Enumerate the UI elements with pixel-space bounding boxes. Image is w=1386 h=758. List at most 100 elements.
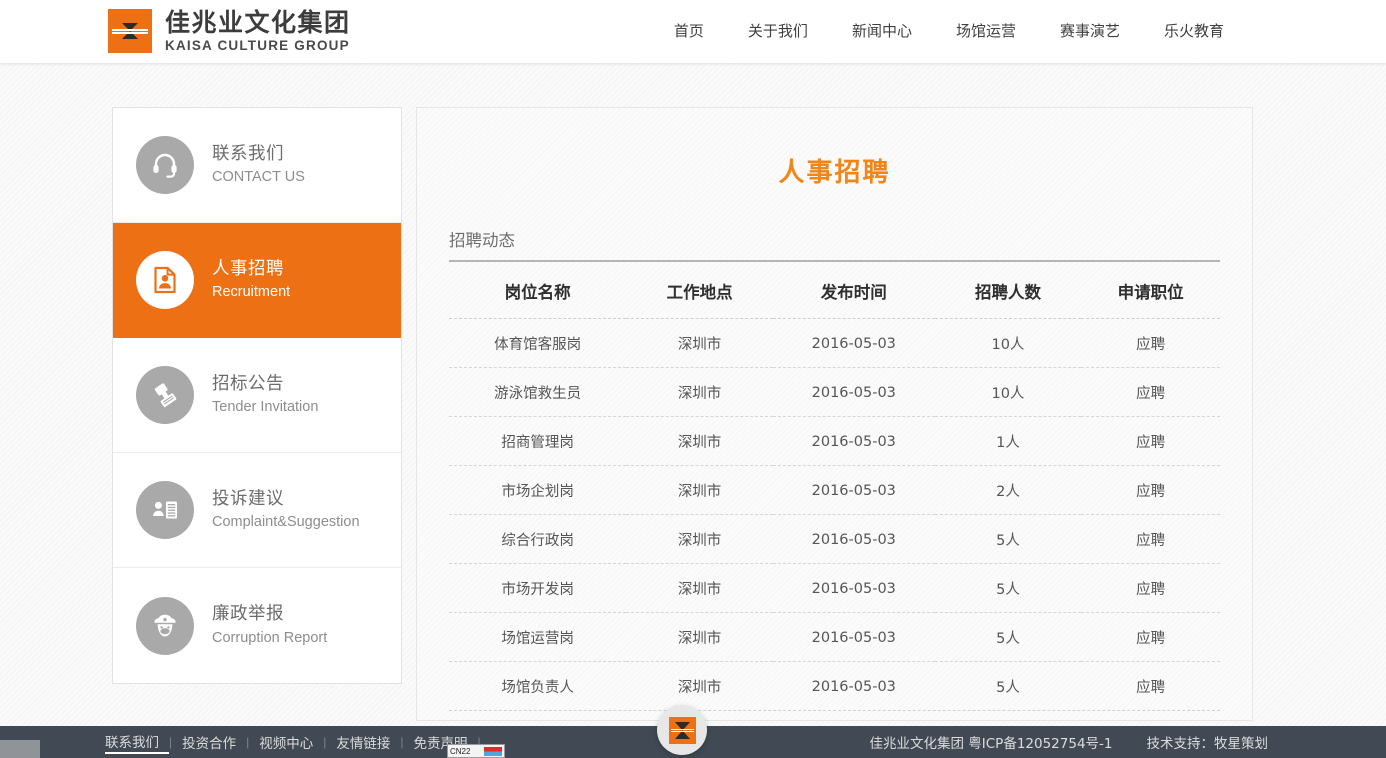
nav-item-venue[interactable]: 场馆运营 <box>934 0 1038 63</box>
apply-button[interactable]: 应聘 <box>1081 612 1220 662</box>
table-row[interactable]: 市场企划岗 深圳市 2016-05-03 2人 应聘 <box>449 465 1220 515</box>
apply-button[interactable]: 应聘 <box>1081 465 1220 515</box>
sidebar-label-en: Recruitment <box>212 284 291 301</box>
back-to-top-logo-icon <box>668 716 696 744</box>
sidebar-label-cn: 招标公告 <box>212 373 284 394</box>
table-row[interactable]: 游泳馆救生员 深圳市 2016-05-03 10人 应聘 <box>449 367 1220 417</box>
footer-link-video[interactable]: 视频中心 <box>249 732 323 752</box>
cell-count: 5人 <box>934 514 1082 564</box>
sidebar-item-recruitment[interactable]: 人事招聘 Recruitment <box>113 223 401 338</box>
cell-location: 深圳市 <box>677 680 722 696</box>
back-to-top-button[interactable] <box>657 705 707 755</box>
main-navigation: 首页 关于我们 新闻中心 场馆运营 赛事演艺 乐火教育 <box>652 0 1246 63</box>
id-card-icon <box>136 251 194 309</box>
footer-links: 联系我们 | 投资合作 | 视频中心 | 友情链接 | 免责声明 | <box>105 726 481 758</box>
footer-link-friendly-links[interactable]: 友情链接 <box>326 732 400 752</box>
column-header-title: 岗位名称 <box>449 262 627 319</box>
page-root: 佳兆业文化集团 KAISA CULTURE GROUP 首页 关于我们 新闻中心… <box>0 0 1386 758</box>
cell-count: 10人 <box>934 367 1082 417</box>
main-panel: 人事招聘 招聘动态 岗位名称 工作地点 发布时间 招聘人数 申请职位 体育馆客服… <box>416 107 1253 721</box>
cell-job-title[interactable]: 场馆运营岗 <box>449 612 627 662</box>
cell-count: 5人 <box>934 563 1082 613</box>
site-header: 佳兆业文化集团 KAISA CULTURE GROUP 首页 关于我们 新闻中心… <box>0 0 1386 63</box>
cell-date: 2016-05-03 <box>772 318 935 368</box>
apply-button[interactable]: 应聘 <box>1081 416 1220 466</box>
apply-button[interactable]: 应聘 <box>1081 662 1220 711</box>
sidebar-label-cn: 人事招聘 <box>212 258 284 279</box>
cell-job-title[interactable]: 场馆负责人 <box>449 662 626 711</box>
footer-support: 技术支持：牧星策划 <box>1146 736 1269 752</box>
table-row[interactable]: 场馆运营岗 深圳市 2016-05-03 5人 应聘 <box>449 612 1220 662</box>
page-title: 人事招聘 <box>778 158 891 188</box>
sidebar: 联系我们 CONTACT US 人事招聘 Recruitment 招标公告 Te… <box>112 107 402 684</box>
cell-job-title[interactable]: 综合行政岗 <box>449 514 627 564</box>
sidebar-label-en: Complaint&Suggestion <box>212 514 360 531</box>
apply-button[interactable]: 应聘 <box>1081 514 1220 564</box>
column-header-apply: 申请职位 <box>1081 262 1220 319</box>
cell-location: 深圳市 <box>626 318 773 368</box>
sidebar-label-cn: 投诉建议 <box>212 488 284 509</box>
sidebar-label-cn: 廉政举报 <box>212 604 284 624</box>
nav-item-education[interactable]: 乐火教育 <box>1142 0 1246 63</box>
ime-flag-icon <box>484 747 502 756</box>
column-header-count: 招聘人数 <box>934 262 1082 319</box>
section-title: 招聘动态 <box>449 231 515 250</box>
page-render-artifact <box>0 740 40 758</box>
sidebar-item-contact-us[interactable]: 联系我们 CONTACT US <box>113 108 401 223</box>
footer-link-contact[interactable]: 联系我们 <box>105 731 169 754</box>
ime-language-widget[interactable]: CN22 <box>447 744 505 758</box>
table-header-row: 岗位名称 工作地点 发布时间 招聘人数 申请职位 <box>449 262 1220 319</box>
apply-button[interactable]: 应聘 <box>1081 367 1220 417</box>
cell-job-title[interactable]: 游泳馆救生员 <box>449 367 627 417</box>
apply-button[interactable]: 应聘 <box>1081 318 1220 368</box>
column-header-location: 工作地点 <box>626 262 773 319</box>
nav-item-home[interactable]: 首页 <box>652 0 726 63</box>
table-row[interactable]: 市场开发岗 深圳市 2016-05-03 5人 应聘 <box>449 563 1220 613</box>
cell-count: 5人 <box>934 612 1082 662</box>
logo-title-en: KAISA CULTURE GROUP <box>165 37 350 53</box>
cell-count: 5人 <box>996 680 1020 696</box>
table-body: 体育馆客服岗 深圳市 2016-05-03 10人 应聘 游泳馆救生员 深圳市 … <box>449 318 1220 711</box>
cell-date: 2016-05-03 <box>772 612 935 662</box>
cell-date: 2016-05-03 <box>772 416 935 466</box>
sidebar-item-complaint[interactable]: 投诉建议 Complaint&Suggestion <box>113 453 401 568</box>
sidebar-label-en: Corruption Report <box>212 629 328 646</box>
cell-location: 深圳市 <box>626 563 773 613</box>
table-row[interactable]: 场馆负责人 深圳市 2016-05-03 5人 应聘 <box>449 662 1220 711</box>
sidebar-item-corruption-report[interactable]: 廉政举报 Corruption Report <box>113 568 401 683</box>
cell-date: 2016-05-03 <box>772 514 935 564</box>
pagination-container: 首页 上一页 1 2 3 下一页 尾页 <box>449 710 1220 720</box>
section-header: 招聘动态 <box>449 227 1220 262</box>
cell-date: 2016-05-03 <box>772 563 935 613</box>
cell-location: 深圳市 <box>626 367 773 417</box>
footer-link-investment[interactable]: 投资合作 <box>172 732 246 752</box>
footer-meta: 佳兆业文化集团 粤ICP备12052754号-1 技术支持：牧星策划 <box>869 726 1268 758</box>
cell-job-title[interactable]: 招商管理岗 <box>449 416 627 466</box>
apply-button[interactable]: 应聘 <box>1081 563 1220 613</box>
site-logo[interactable]: 佳兆业文化集团 KAISA CULTURE GROUP <box>108 9 351 53</box>
nav-item-events[interactable]: 赛事演艺 <box>1038 0 1142 63</box>
table-row[interactable]: 体育馆客服岗 深圳市 2016-05-03 10人 应聘 <box>449 318 1220 368</box>
content-area: 联系我们 CONTACT US 人事招聘 Recruitment 招标公告 Te… <box>0 63 1386 726</box>
table-row[interactable]: 综合行政岗 深圳市 2016-05-03 5人 应聘 <box>449 514 1220 564</box>
table-row[interactable]: 招商管理岗 深圳市 2016-05-03 1人 应聘 <box>449 416 1220 466</box>
cell-count: 10人 <box>934 318 1082 368</box>
cell-date: 2016-05-03 <box>811 678 896 695</box>
sidebar-label-en: CONTACT US <box>212 169 305 186</box>
sidebar-item-tender[interactable]: 招标公告 Tender Invitation <box>113 338 401 453</box>
sidebar-label-cn: 联系我们 <box>212 143 284 164</box>
cell-location: 深圳市 <box>626 612 773 662</box>
cell-date: 2016-05-03 <box>772 367 935 417</box>
cell-location: 深圳市 <box>626 514 773 564</box>
cell-count: 1人 <box>934 416 1082 466</box>
hourglass-logo-icon <box>108 9 152 53</box>
cell-location: 深圳市 <box>626 465 773 515</box>
nav-item-news[interactable]: 新闻中心 <box>830 0 934 63</box>
cell-job-title[interactable]: 市场企划岗 <box>449 465 627 515</box>
cell-job-title[interactable]: 体育馆客服岗 <box>449 318 627 368</box>
cell-job-title[interactable]: 市场开发岗 <box>449 563 627 613</box>
recruitment-table: 岗位名称 工作地点 发布时间 招聘人数 申请职位 体育馆客服岗 深圳市 2016… <box>449 262 1220 710</box>
cell-location: 深圳市 <box>626 416 773 466</box>
nav-item-about[interactable]: 关于我们 <box>726 0 830 63</box>
tender-stamp-icon <box>136 366 194 424</box>
